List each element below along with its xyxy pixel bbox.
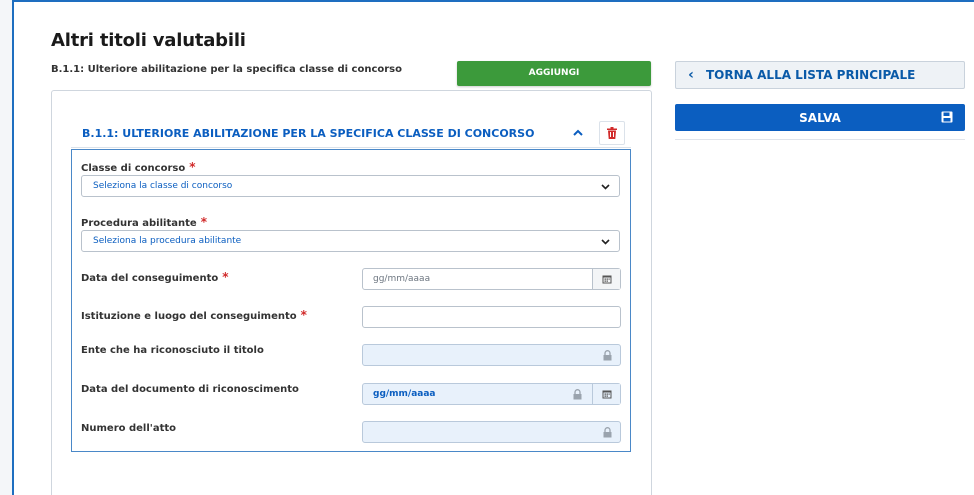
required-asterisk: *	[300, 308, 307, 322]
frame-top-border	[12, 0, 974, 2]
chevron-left-icon: ‹	[688, 67, 694, 83]
ente-label-text: Ente che ha riconosciuto il titolo	[81, 345, 264, 356]
procedura-label-text: Procedura abilitante	[81, 218, 197, 229]
required-asterisk: *	[189, 160, 196, 174]
save-button[interactable]: SALVA	[675, 104, 965, 131]
lock-icon	[603, 350, 612, 361]
data-documento-label: Data del documento di riconoscimento	[81, 384, 299, 395]
back-to-list-button[interactable]: ‹ TORNA ALLA LISTA PRINCIPALE	[675, 61, 965, 89]
delete-button[interactable]	[599, 121, 625, 145]
procedura-label: Procedura abilitante *	[81, 215, 207, 229]
ente-input	[362, 344, 621, 366]
sidebar-divider	[675, 139, 965, 140]
data-documento-value: gg/mm/aaaa	[373, 389, 436, 399]
procedura-select[interactable]: Seleziona la procedura abilitante	[81, 230, 620, 252]
procedura-select-value: Seleziona la procedura abilitante	[93, 236, 242, 246]
classe-select[interactable]: Seleziona la classe di concorso	[81, 175, 620, 197]
data-conseguimento-input[interactable]: gg/mm/aaaa	[362, 268, 621, 290]
page-title: Altri titoli valutabili	[51, 30, 246, 51]
calendar-button[interactable]	[592, 269, 620, 289]
lock-icon	[573, 389, 582, 400]
lock-icon	[603, 427, 612, 438]
required-asterisk: *	[222, 270, 229, 284]
frame-left-gutter	[0, 0, 12, 495]
data-documento-input: gg/mm/aaaa	[362, 383, 621, 405]
required-asterisk: *	[200, 215, 207, 229]
accordion-title: B.1.1: ULTERIORE ABILITAZIONE PER LA SPE…	[82, 127, 535, 140]
save-button-label: SALVA	[799, 110, 841, 125]
istituzione-label: Istituzione e luogo del conseguimento *	[81, 308, 307, 322]
classe-label: Classe di concorso *	[81, 160, 196, 174]
trash-icon	[607, 127, 617, 139]
calendar-icon	[602, 390, 611, 399]
frame-left-border	[12, 0, 14, 495]
chevron-up-icon[interactable]	[571, 126, 585, 140]
numero-atto-label: Numero dell'atto	[81, 423, 176, 434]
chevron-down-icon	[601, 184, 610, 190]
chevron-down-icon	[601, 239, 610, 245]
istituzione-label-text: Istituzione e luogo del conseguimento	[81, 311, 297, 322]
calendar-icon	[602, 275, 611, 284]
ente-label: Ente che ha riconosciuto il titolo	[81, 345, 264, 356]
add-button[interactable]: AGGIUNGI	[457, 61, 651, 86]
numero-atto-input	[362, 421, 621, 443]
data-conseguimento-label: Data del conseguimento *	[81, 270, 229, 284]
calendar-button	[592, 384, 620, 404]
data-conseguimento-label-text: Data del conseguimento	[81, 273, 219, 284]
istituzione-input[interactable]	[362, 306, 621, 328]
accordion-header[interactable]: B.1.1: ULTERIORE ABILITAZIONE PER LA SPE…	[71, 120, 631, 148]
section-subtitle: B.1.1: Ulteriore abilitazione per la spe…	[51, 64, 403, 75]
data-conseguimento-placeholder: gg/mm/aaaa	[373, 274, 431, 284]
classe-select-value: Seleziona la classe di concorso	[93, 181, 233, 191]
floppy-disk-icon	[941, 111, 953, 123]
data-documento-label-text: Data del documento di riconoscimento	[81, 384, 299, 395]
back-button-label: TORNA ALLA LISTA PRINCIPALE	[706, 68, 916, 82]
numero-atto-label-text: Numero dell'atto	[81, 423, 177, 434]
classe-label-text: Classe di concorso	[81, 163, 186, 174]
